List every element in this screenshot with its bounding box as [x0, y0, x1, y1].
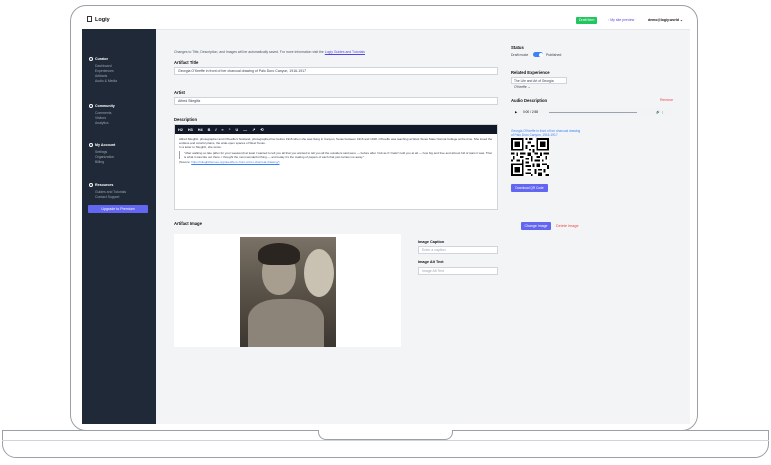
- sidebar-item-support[interactable]: Contact Support: [95, 195, 120, 199]
- image-label: Artifact Image: [174, 221, 202, 226]
- user-menu[interactable]: demo@logiy.world ⌄: [648, 18, 683, 22]
- related-experience-select[interactable]: The Life and Art of Georgia O'Keeffe ⌄: [511, 77, 567, 89]
- underline-button[interactable]: U: [236, 128, 239, 132]
- artist-input[interactable]: Alfred Stieglitz: [174, 97, 498, 105]
- laptop-notch: [318, 430, 453, 440]
- title-label: Artifact Title: [174, 60, 199, 65]
- description-paragraph: In a letter to Stieglitz, she wrote:: [179, 145, 222, 150]
- related-experience-label: Related Experience: [511, 70, 550, 75]
- alt-text-input[interactable]: Image Alt Text: [418, 267, 498, 275]
- sidebar-item-audio-media[interactable]: Audio & Media: [95, 79, 117, 83]
- qr-code: [511, 138, 549, 176]
- sidebar-section-resources: Resources: [89, 183, 113, 187]
- alt-text-label: Image Alt Text: [418, 260, 444, 264]
- artifact-photo: [240, 237, 336, 347]
- publish-toggle[interactable]: [533, 52, 543, 57]
- description-editor[interactable]: H2 H3 H4 B I ≡ “ U — ↗ ⟲ Alfred Stieglit…: [174, 124, 498, 210]
- artifact-image-container: [174, 234, 401, 347]
- app-screen: Logiy Draft Item ◦ My site preview demo@…: [82, 12, 690, 424]
- logo-text: Logiy: [95, 17, 110, 23]
- title-input[interactable]: Georgia O'Keeffe in front of her charcoa…: [174, 67, 498, 75]
- bold-button[interactable]: B: [208, 128, 211, 132]
- play-icon[interactable]: ▶: [515, 108, 517, 116]
- audio-description-label: Audio Description: [511, 98, 548, 103]
- curator-icon: [89, 57, 93, 61]
- audio-time: 0:00 / 2:58: [523, 110, 539, 114]
- sidebar-section-account: My Account: [89, 143, 115, 147]
- qr-artifact-link[interactable]: Georgia O'Keeffe in front of her charcoa…: [511, 129, 581, 137]
- sidebar-section-community: Community: [89, 104, 115, 108]
- description-text[interactable]: Alfred Stieglitz, photographer and O'Kee…: [175, 134, 497, 167]
- photo-drawing: [304, 249, 334, 297]
- description-paragraph: Alfred Stieglitz, photographer and O'Kee…: [179, 137, 493, 146]
- laptop-base-line: [2, 440, 769, 441]
- remove-audio-button[interactable]: Remove: [660, 98, 673, 102]
- main-content: Changes to Title, Description, and Image…: [156, 29, 690, 424]
- italic-button[interactable]: I: [215, 128, 216, 132]
- artist-label: Artist: [174, 90, 185, 95]
- sidebar-item-experiences[interactable]: Experiences: [95, 69, 114, 73]
- sidebar-item-billing[interactable]: Billing: [95, 160, 104, 164]
- sidebar-item-organization[interactable]: Organization: [95, 155, 114, 159]
- top-bar: Logiy Draft Item ◦ My site preview demo@…: [82, 12, 690, 30]
- site-preview-link[interactable]: ◦ My site preview: [608, 18, 634, 22]
- caption-input[interactable]: Enter a caption: [418, 246, 498, 254]
- guides-link[interactable]: Logiy Guides and Tutorials: [325, 50, 365, 54]
- account-icon: [89, 143, 93, 147]
- editor-toolbar: H2 H3 H4 B I ≡ “ U — ↗ ⟲: [175, 125, 497, 134]
- volume-icon[interactable]: 🔊 ⋮: [656, 108, 664, 116]
- sidebar-item-artifacts[interactable]: Artifacts: [95, 74, 107, 78]
- sidebar-item-dashboard[interactable]: Dashboard: [95, 64, 112, 68]
- photo-figure: [248, 299, 324, 347]
- source-link[interactable]: https://stieglitzlenses.org/okeeffe-in-f…: [191, 160, 279, 164]
- upgrade-button[interactable]: Upgrade to Premium: [88, 205, 148, 213]
- audio-player: ▶ 0:00 / 2:58 🔊 ⋮: [511, 108, 671, 116]
- status-label: Status: [511, 45, 524, 50]
- sidebar-item-guides[interactable]: Guides and Tutorials: [95, 190, 126, 194]
- sidebar-item-visitors[interactable]: Visitors: [95, 116, 106, 120]
- sidebar-item-settings[interactable]: Settings: [95, 150, 107, 154]
- link-icon[interactable]: ↗: [252, 127, 255, 132]
- logo-icon: [87, 16, 92, 22]
- autosave-notice: Changes to Title, Description, and Image…: [174, 50, 365, 54]
- undo-icon[interactable]: ⟲: [260, 127, 263, 132]
- description-quote: "After walking so late (after for your w…: [179, 150, 493, 160]
- sidebar-item-comments[interactable]: Comments: [95, 111, 111, 115]
- community-icon: [89, 104, 93, 108]
- description-label: Description: [174, 117, 198, 122]
- resources-icon: [89, 183, 93, 187]
- quote-icon[interactable]: “: [229, 128, 231, 132]
- download-qr-button[interactable]: Download QR Code: [511, 184, 548, 192]
- delete-image-button[interactable]: Delete Image: [556, 224, 579, 228]
- sidebar-item-analytics[interactable]: Analytics: [95, 121, 109, 125]
- sidebar-section-curator: Curator: [89, 57, 108, 61]
- app-logo[interactable]: Logiy: [87, 16, 110, 23]
- h2-button[interactable]: H2: [178, 128, 183, 132]
- description-source: (Source: https://stieglitzlenses.org/oke…: [179, 160, 280, 165]
- change-image-button[interactable]: Change Image: [521, 222, 551, 230]
- h4-button[interactable]: H4: [198, 128, 203, 132]
- photo-hair: [258, 243, 300, 265]
- sidebar: Curator Dashboard Experiences Artifacts …: [82, 29, 156, 424]
- published-label: Published: [546, 53, 562, 57]
- draft-mode-label: Draft mode: [511, 53, 529, 57]
- status-badge[interactable]: Draft Item: [576, 17, 598, 24]
- caption-label: Image Caption: [418, 240, 445, 244]
- audio-progress[interactable]: [549, 111, 637, 113]
- list-icon[interactable]: ≡: [221, 128, 223, 132]
- divider-icon[interactable]: —: [243, 128, 247, 132]
- h3-button[interactable]: H3: [188, 128, 193, 132]
